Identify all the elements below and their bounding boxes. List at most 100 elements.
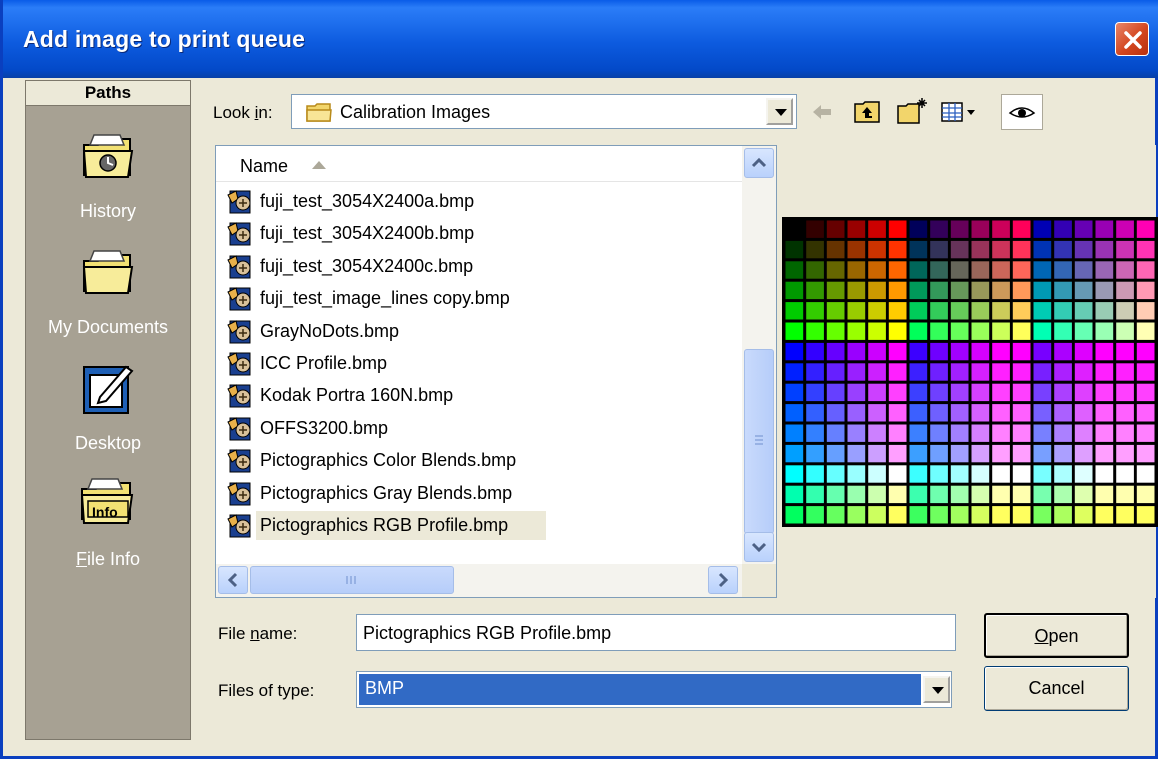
color-swatch [888,322,907,340]
color-swatch [1074,322,1093,340]
color-swatch [1095,404,1114,422]
color-swatch [992,465,1010,483]
color-swatch [826,342,845,361]
color-swatch [868,363,886,381]
color-swatch [826,424,845,442]
horizontal-scroll-thumb[interactable] [250,566,454,594]
color-swatch [1054,506,1072,524]
file-list-item[interactable]: OFFS3200.bmp [224,413,744,444]
sidebar-item-label: Desktop [74,433,142,453]
color-swatch [888,404,907,422]
color-swatch [930,281,948,300]
color-swatch [1136,302,1155,320]
color-swatch [1074,506,1093,524]
color-swatch [1136,383,1155,402]
color-swatch [992,322,1010,340]
color-swatch [806,302,824,320]
bmp-file-icon [227,190,251,214]
file-list-item[interactable]: Pictographics Color Blends.bmp [224,445,744,476]
look-in-dropdown-button[interactable] [766,98,793,125]
view-menu-icon[interactable] [939,96,979,128]
color-swatch [1116,322,1134,340]
scroll-left-button[interactable] [218,566,248,594]
color-swatch [909,363,928,381]
color-swatch [806,424,824,442]
color-swatch [1033,465,1052,483]
color-swatch [930,322,948,340]
new-folder-icon[interactable] [895,96,929,128]
files-of-type-dropdown[interactable]: BMP [356,671,952,708]
color-swatch [1033,363,1052,381]
look-in-dropdown[interactable]: Calibration Images [291,94,797,129]
color-swatch [1012,404,1031,422]
color-swatch [847,485,866,504]
horizontal-scrollbar[interactable] [216,564,742,597]
bmp-file-icon [227,287,251,311]
color-swatch [971,444,990,463]
sidebar-item-desktop[interactable]: Desktop [26,357,190,467]
color-swatch [1095,444,1114,463]
color-swatch [1012,383,1031,402]
file-list-item[interactable]: Kodak Portra 160N.bmp [224,380,744,411]
color-swatch [806,485,824,504]
file-list-item[interactable]: ICC Profile.bmp [224,348,744,379]
color-swatch [1074,220,1093,238]
file-list-item[interactable]: fuji_test_3054X2400b.bmp [224,218,744,249]
vertical-scroll-thumb[interactable] [744,349,774,534]
file-list-item[interactable]: Pictographics Gray Blends.bmp [224,478,744,509]
column-header-label: Name [240,156,289,176]
scroll-down-button[interactable] [744,532,774,562]
color-swatch [1116,404,1134,422]
up-folder-icon[interactable] [851,96,883,128]
file-name-input[interactable]: Pictographics RGB Profile.bmp [356,614,956,651]
file-list-item[interactable]: fuji_test_3054X2400c.bmp [224,251,744,282]
sidebar-item-my-documents[interactable]: My Documents [26,241,190,351]
files-of-type-dropdown-button[interactable] [923,676,950,703]
color-swatch [847,465,866,483]
scroll-right-button[interactable] [708,566,738,594]
color-swatch [806,465,824,483]
color-swatch [1054,220,1072,238]
title-bar[interactable]: Add image to print queue [3,0,1158,78]
file-list-item[interactable]: Pictographics RGB Profile.bmp [224,510,744,541]
column-header-name[interactable]: Name [216,146,742,182]
vertical-scrollbar[interactable] [742,146,776,564]
scroll-up-button[interactable] [744,148,774,178]
color-swatch [1116,424,1134,442]
preview-toggle-button[interactable] [1001,94,1043,130]
color-swatch [806,342,824,361]
back-arrow-icon[interactable] [809,96,835,128]
color-swatch [1095,363,1114,381]
color-swatch [1116,363,1134,381]
color-swatch [868,220,886,238]
color-swatch [950,465,969,483]
file-list-item[interactable]: GrayNoDots.bmp [224,316,744,347]
color-swatch [950,404,969,422]
color-swatch [971,281,990,300]
cancel-button[interactable]: Cancel [984,666,1129,711]
bmp-file-icon [227,481,251,506]
color-swatch [847,281,866,300]
close-button[interactable] [1115,22,1149,56]
color-swatch [847,322,866,340]
color-swatch [1116,281,1134,300]
color-swatch [1116,240,1134,259]
open-button[interactable]: Open [984,613,1129,658]
color-swatch [1054,383,1072,402]
color-swatch [868,240,886,259]
color-swatch [930,240,948,259]
color-swatch [1136,465,1155,483]
bmp-file-icon [227,449,251,473]
file-list-item[interactable]: fuji_test_3054X2400a.bmp [224,186,744,217]
color-swatch [1095,506,1114,524]
color-swatch [1054,302,1072,320]
file-name: fuji_test_3054X2400a.bmp [260,191,475,211]
color-swatch [971,465,990,483]
sidebar-item-file-info[interactable]: Info File Info [26,471,190,581]
look-in-value: Calibration Images [340,102,491,122]
color-swatch [971,261,990,279]
file-list[interactable]: Name fuji_test_3054X2400a.bmp fuji_test_3… [215,145,777,598]
color-swatch [930,342,948,361]
file-list-item[interactable]: fuji_test_image_lines copy.bmp [224,283,744,314]
color-swatch [950,424,969,442]
